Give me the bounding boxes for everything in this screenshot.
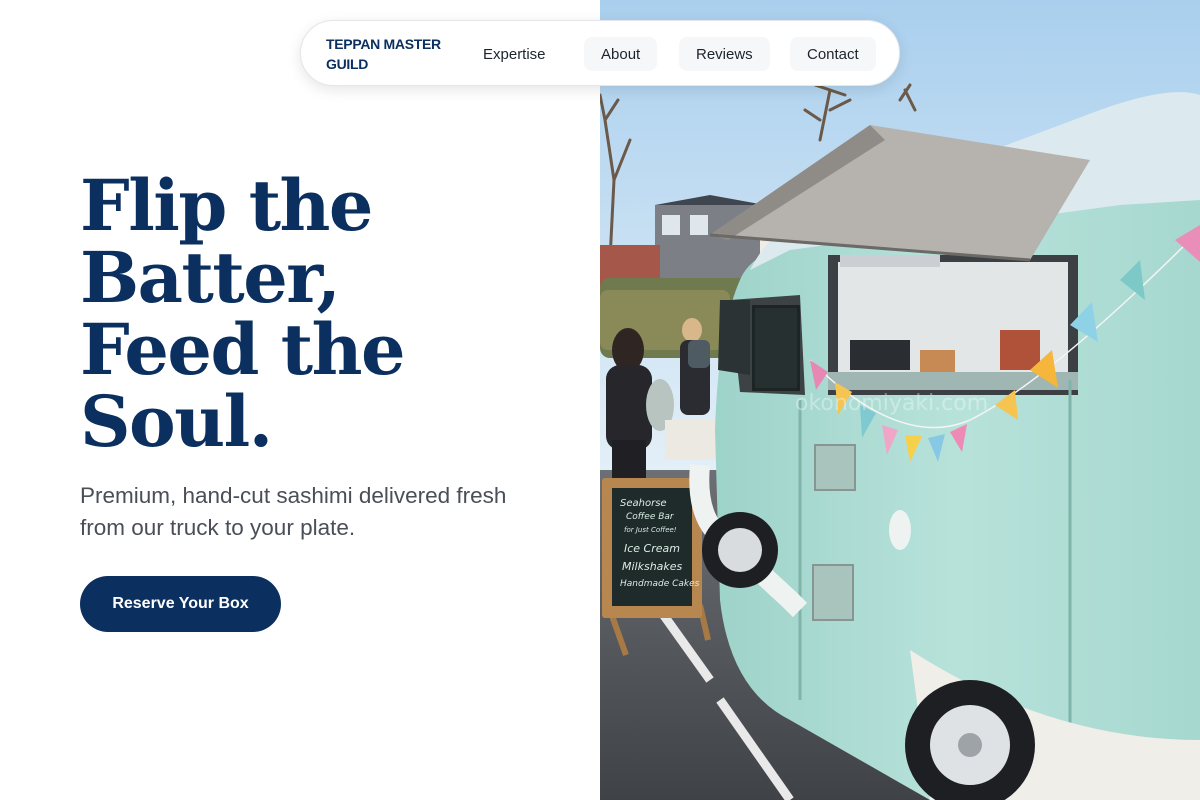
- hero-photo: Seahorse Coffee Bar for Just Coffee! Ice…: [600, 0, 1200, 800]
- reserve-box-button[interactable]: Reserve Your Box: [80, 576, 281, 632]
- headline-line: Soul.: [80, 380, 273, 463]
- nav-link-expertise[interactable]: Expertise: [466, 37, 563, 71]
- brand-logo[interactable]: TEPPAN MASTER GUILD: [326, 34, 456, 74]
- headline-line: Batter,: [80, 236, 341, 319]
- headline-line: Flip the: [80, 164, 373, 247]
- nav-link-about[interactable]: About: [584, 37, 658, 71]
- photo-watermark: okonomiyaki.com: [795, 391, 988, 416]
- nav-link-reviews[interactable]: Reviews: [679, 37, 770, 71]
- svg-text:Milkshakes: Milkshakes: [622, 560, 683, 573]
- svg-text:Handmade Cakes: Handmade Cakes: [620, 579, 700, 589]
- svg-text:Coffee Bar: Coffee Bar: [626, 512, 675, 522]
- svg-text:Ice Cream: Ice Cream: [624, 542, 680, 555]
- svg-text:for Just Coffee!: for Just Coffee!: [624, 526, 677, 534]
- food-truck-van: [689, 92, 1200, 800]
- svg-text:Seahorse: Seahorse: [620, 498, 667, 509]
- hero-subtitle: Premium, hand-cut sashimi delivered fres…: [80, 483, 507, 540]
- nav-link-contact[interactable]: Contact: [790, 37, 876, 71]
- hero-headline: Flip the Batter, Feed the Soul.: [80, 170, 560, 458]
- top-navbar: TEPPAN MASTER GUILD Expertise About Revi…: [300, 20, 900, 86]
- headline-line: Feed the: [80, 308, 406, 391]
- food-truck-illustration: Seahorse Coffee Bar for Just Coffee! Ice…: [600, 0, 1200, 800]
